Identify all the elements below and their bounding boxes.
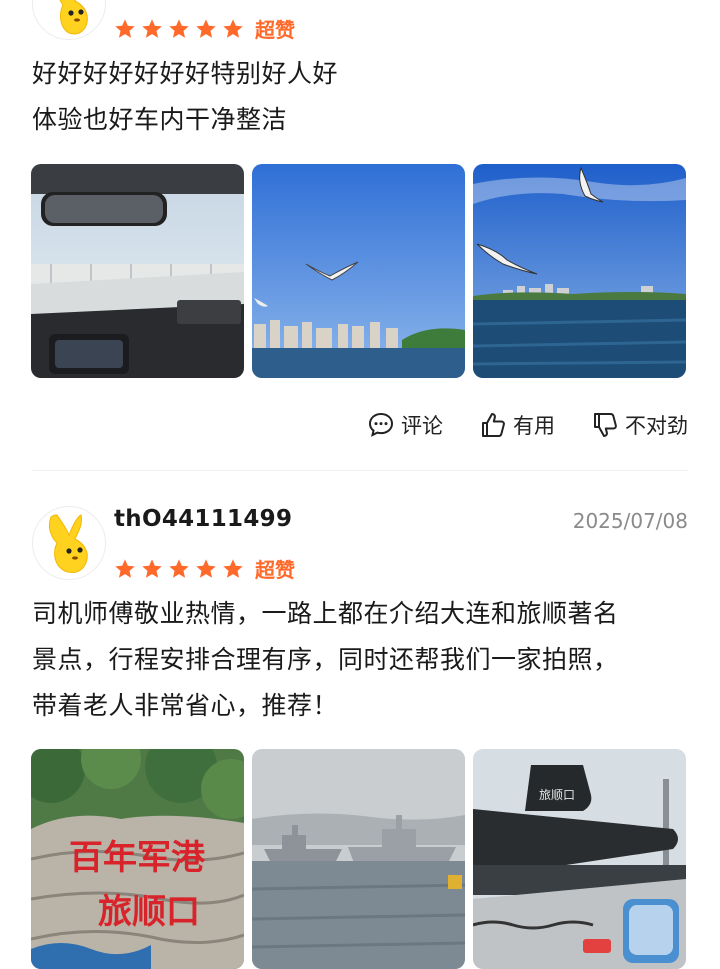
not-right-button[interactable]: 不对劲 (591, 410, 688, 440)
warships-harbor-photo (252, 749, 465, 969)
helpful-button[interactable]: 有用 (479, 410, 555, 440)
star-icon (169, 558, 189, 578)
thumbs-up-icon (482, 413, 505, 437)
star-icon (115, 558, 135, 578)
rating-label: 超赞 (255, 558, 295, 582)
star-icon (223, 558, 243, 578)
seagull-sea-photo (473, 164, 686, 378)
star-icon (196, 558, 216, 578)
harbor-sign-line1: 百年军港 (69, 838, 206, 878)
lushunkou-harbor-stone-photo: 百年军港 旅顺口 (31, 749, 244, 969)
divider (32, 470, 688, 471)
comment-label: 评论 (401, 414, 443, 438)
username[interactable]: thO44111499 (114, 506, 292, 532)
review-text-line: 司机师傅敬业热情，一路上都在介绍大连和旅顺著名 (32, 599, 619, 628)
submarine-sign: 旅顺口 (539, 788, 575, 802)
helpful-label: 有用 (513, 414, 555, 438)
harbor-sign-line2: 旅顺口 (98, 892, 200, 932)
star-icon (169, 18, 189, 38)
yellow-mascot-icon (59, 0, 88, 35)
not-right-label: 不对劲 (625, 414, 688, 438)
review-text-line: 景点，行程安排合理有序，同时还帮我们一家拍照， (32, 645, 619, 674)
review-card: thO44111499 2025/07/08 超赞 司机师傅敬业热情，一路上都在… (0, 472, 720, 969)
rating-stars: 超赞 (114, 14, 295, 43)
review-photo[interactable] (31, 164, 244, 378)
comment-button[interactable]: 评论 (367, 410, 443, 440)
review-photo[interactable]: 旅顺口 (473, 749, 686, 969)
rating-stars: 超赞 (114, 554, 295, 583)
review-date: 2025/07/08 (572, 509, 688, 533)
avatar[interactable] (32, 506, 106, 580)
review-photo[interactable] (473, 164, 686, 378)
star-icon (115, 18, 135, 38)
star-icon (223, 18, 243, 38)
star-icon (142, 18, 162, 38)
car-interior-bridge-photo (31, 164, 244, 378)
submarine-museum-photo: 旅顺口 (473, 749, 686, 969)
comment-icon (368, 412, 394, 437)
avatar[interactable] (32, 0, 106, 40)
seagull-sky-city-photo (252, 164, 465, 378)
review-text-line: 带着老人非常省心，推荐！ (32, 691, 339, 720)
review-text-line: 好好好好好好好特别好人好 (32, 59, 339, 88)
review-photo[interactable] (252, 164, 465, 378)
review-photo[interactable]: 百年军港 旅顺口 (31, 749, 244, 969)
review-actions: 评论 有用 不对劲 (331, 410, 688, 440)
review-photo[interactable] (252, 749, 465, 969)
star-icon (142, 558, 162, 578)
rating-label: 超赞 (255, 18, 295, 42)
yellow-mascot-icon (48, 514, 88, 573)
thumbs-down-icon (594, 413, 617, 437)
review-text-line: 体验也好车内干净整洁 (32, 105, 288, 134)
star-icon (196, 18, 216, 38)
review-card: 超赞 好好好好好好好特别好人好 体验也好车内干净整洁 评论 有用 不对劲 (0, 0, 720, 471)
